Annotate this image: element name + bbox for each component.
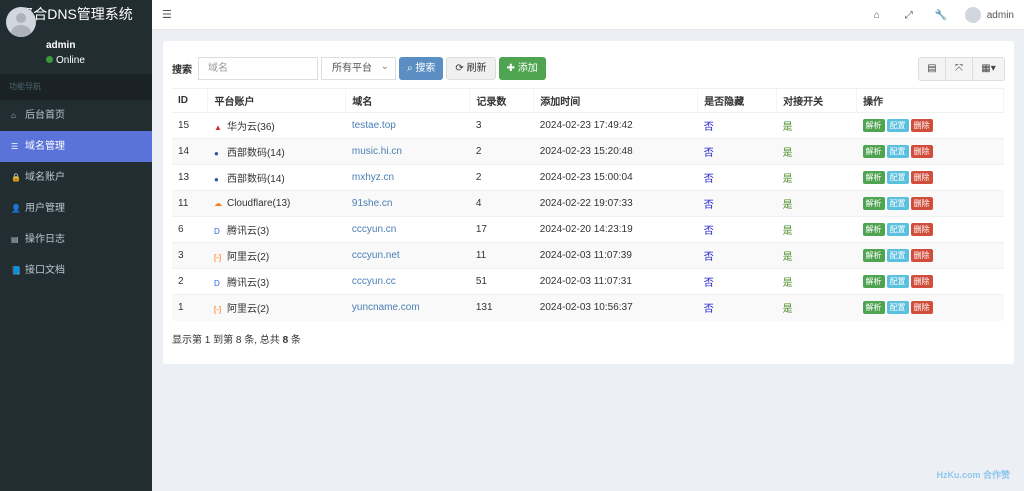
- menu-toggle-icon[interactable]: ☰: [162, 8, 172, 21]
- platform-logo-icon: D: [213, 279, 220, 288]
- resolve-button[interactable]: 解析: [862, 275, 885, 288]
- delete-button[interactable]: 删除: [910, 301, 933, 315]
- column-header[interactable]: 对接开关: [776, 88, 858, 113]
- platform-logo-icon: ☁: [213, 199, 222, 208]
- platform-logo-icon: ●: [213, 175, 219, 184]
- column-header[interactable]: 操作: [856, 88, 1004, 113]
- domain-table: ID 平台账户 域名 记录数 添加时间 是否隐藏 对接开关 操作 15 ▲ 华为云(36) te…: [172, 88, 1004, 321]
- refresh-button[interactable]: ⟳ 刷新: [446, 57, 496, 80]
- sidebar-item-5[interactable]: 📘 接口文档: [0, 255, 152, 286]
- toggle-view-icon[interactable]: ▤: [919, 58, 946, 80]
- table-row: 6 D 腾讯云(3) cccyun.cn 17 2024-02-20 14:23:…: [172, 216, 1004, 243]
- fullscreen-icon[interactable]: ⤧: [946, 58, 973, 80]
- delete-button[interactable]: 删除: [910, 275, 933, 288]
- config-button[interactable]: 配置: [886, 249, 909, 262]
- delete-button[interactable]: 删除: [910, 171, 933, 184]
- refresh-icon: ⟳: [455, 63, 467, 74]
- domain-link[interactable]: yuncname.com: [345, 294, 470, 321]
- search-button[interactable]: ⌕ 搜索: [399, 57, 444, 80]
- avatar: [6, 7, 36, 37]
- sidebar-item-2[interactable]: 🔒 域名账户: [0, 162, 152, 193]
- resolve-button[interactable]: 解析: [862, 301, 885, 315]
- domain-link[interactable]: music.hi.cn: [345, 138, 470, 165]
- table-row: 2 D 腾讯云(3) cccyun.cc 51 2024-02-03 11:07:…: [172, 268, 1004, 295]
- resolve-button[interactable]: 解析: [862, 197, 885, 210]
- resolve-button[interactable]: 解析: [862, 171, 885, 184]
- wrench-icon[interactable]: 🔧: [925, 10, 957, 21]
- home-icon[interactable]: ⌂: [861, 10, 893, 21]
- platform-logo-icon: [-]: [213, 305, 222, 315]
- column-header[interactable]: 是否隐藏: [697, 88, 778, 113]
- table-row: 15 ▲ 华为云(36) testae.top 3 2024-02-23 17:4…: [172, 112, 1004, 139]
- resolve-button[interactable]: 解析: [862, 145, 885, 158]
- delete-button[interactable]: 删除: [910, 197, 933, 210]
- config-button[interactable]: 配置: [886, 301, 909, 315]
- platform-logo-icon: [-]: [213, 253, 222, 262]
- config-button[interactable]: 配置: [886, 145, 909, 158]
- domain-link[interactable]: cccyun.cn: [345, 216, 470, 243]
- lock-icon: 🔒: [11, 173, 21, 182]
- table-row: 13 ● 西部数码(14) mxhyz.cn 2 2024-02-23 15:00…: [172, 164, 1004, 191]
- platform-logo-icon: ●: [213, 149, 219, 158]
- plus-icon: ✚: [506, 63, 518, 74]
- user-status: Online: [46, 55, 85, 66]
- column-header[interactable]: ID: [172, 88, 209, 113]
- platform-logo-icon: ▲: [213, 123, 222, 132]
- platform-select[interactable]: 所有平台: [321, 56, 396, 80]
- domain-link[interactable]: mxhyz.cn: [345, 164, 470, 191]
- sidebar-item-1[interactable]: ☰ 域名管理: [0, 131, 152, 162]
- column-header[interactable]: 添加时间: [533, 88, 699, 113]
- fullscreen-icon[interactable]: ⤢: [893, 10, 925, 21]
- search-label: 搜索: [172, 65, 192, 76]
- header-username[interactable]: admin: [987, 10, 1014, 21]
- header-avatar[interactable]: [964, 7, 981, 23]
- book-icon: 📘: [11, 266, 21, 275]
- sidebar-item-4[interactable]: ▤ 操作日志: [0, 224, 152, 255]
- list-icon: ☰: [11, 142, 19, 151]
- config-button[interactable]: 配置: [886, 197, 909, 210]
- domain-link[interactable]: cccyun.net: [345, 242, 470, 269]
- table-row: 3 [-] 阿里云(2) cccyun.net 11 2024-02-03 11:…: [172, 242, 1004, 269]
- resolve-button[interactable]: 解析: [862, 119, 885, 132]
- user-name: admin: [46, 40, 76, 51]
- sidebar: 聚合DNS管理系统 admin Online 功能导航 ⌂ 后台首页 ☰ 域名管理 🔒 域…: [0, 0, 152, 491]
- column-header[interactable]: 域名: [345, 88, 471, 113]
- domain-link[interactable]: cccyun.cc: [345, 268, 470, 295]
- top-header: ☰ ⌂ ⤢ 🔧 admin: [152, 0, 1024, 30]
- sidebar-item-0[interactable]: ⌂ 后台首页: [0, 100, 152, 131]
- config-button[interactable]: 配置: [886, 223, 909, 236]
- home-icon: ⌂: [11, 111, 16, 120]
- user-icon: 👤: [11, 204, 21, 213]
- columns-icon[interactable]: ▦▾: [973, 58, 1004, 80]
- config-button[interactable]: 配置: [886, 119, 909, 132]
- table-row: 11 ☁ Cloudflare(13) 91she.cn 4 2024-02-22…: [172, 190, 1004, 217]
- config-button[interactable]: 配置: [886, 275, 909, 288]
- online-dot-icon: [46, 56, 53, 63]
- delete-button[interactable]: 删除: [910, 119, 933, 132]
- table-row: 1 [-] 阿里云(2) yuncname.com 131 2024-02-03 …: [172, 294, 1004, 321]
- domain-search-input[interactable]: 域名: [198, 57, 318, 80]
- column-header[interactable]: 记录数: [469, 88, 535, 113]
- domain-panel: 搜索 域名 所有平台 ⌕ 搜索 ⟳ 刷新 ✚ 添加 ▤ ⤧ ▦▾ ID平台账户域…: [163, 41, 1014, 364]
- nav-header: 功能导航: [0, 74, 152, 100]
- delete-button[interactable]: 删除: [910, 249, 933, 262]
- delete-button[interactable]: 删除: [910, 145, 933, 158]
- column-header[interactable]: 平台账户: [207, 88, 347, 113]
- sidebar-item-3[interactable]: 👤 用户管理: [0, 193, 152, 224]
- config-button[interactable]: 配置: [886, 171, 909, 184]
- resolve-button[interactable]: 解析: [862, 249, 885, 262]
- log-icon: ▤: [11, 235, 19, 244]
- pagination-info: 显示第 1 到第 8 条, 总共 8 条: [172, 335, 301, 346]
- resolve-button[interactable]: 解析: [862, 223, 885, 236]
- platform-logo-icon: D: [213, 227, 220, 236]
- domain-link[interactable]: 91she.cn: [345, 190, 470, 217]
- domain-link[interactable]: testae.top: [345, 112, 470, 139]
- watermark: HzKu.com 合作赞: [936, 470, 1010, 480]
- add-button[interactable]: ✚ 添加: [498, 57, 546, 80]
- delete-button[interactable]: 删除: [910, 223, 933, 236]
- table-row: 14 ● 西部数码(14) music.hi.cn 2 2024-02-23 15…: [172, 138, 1004, 165]
